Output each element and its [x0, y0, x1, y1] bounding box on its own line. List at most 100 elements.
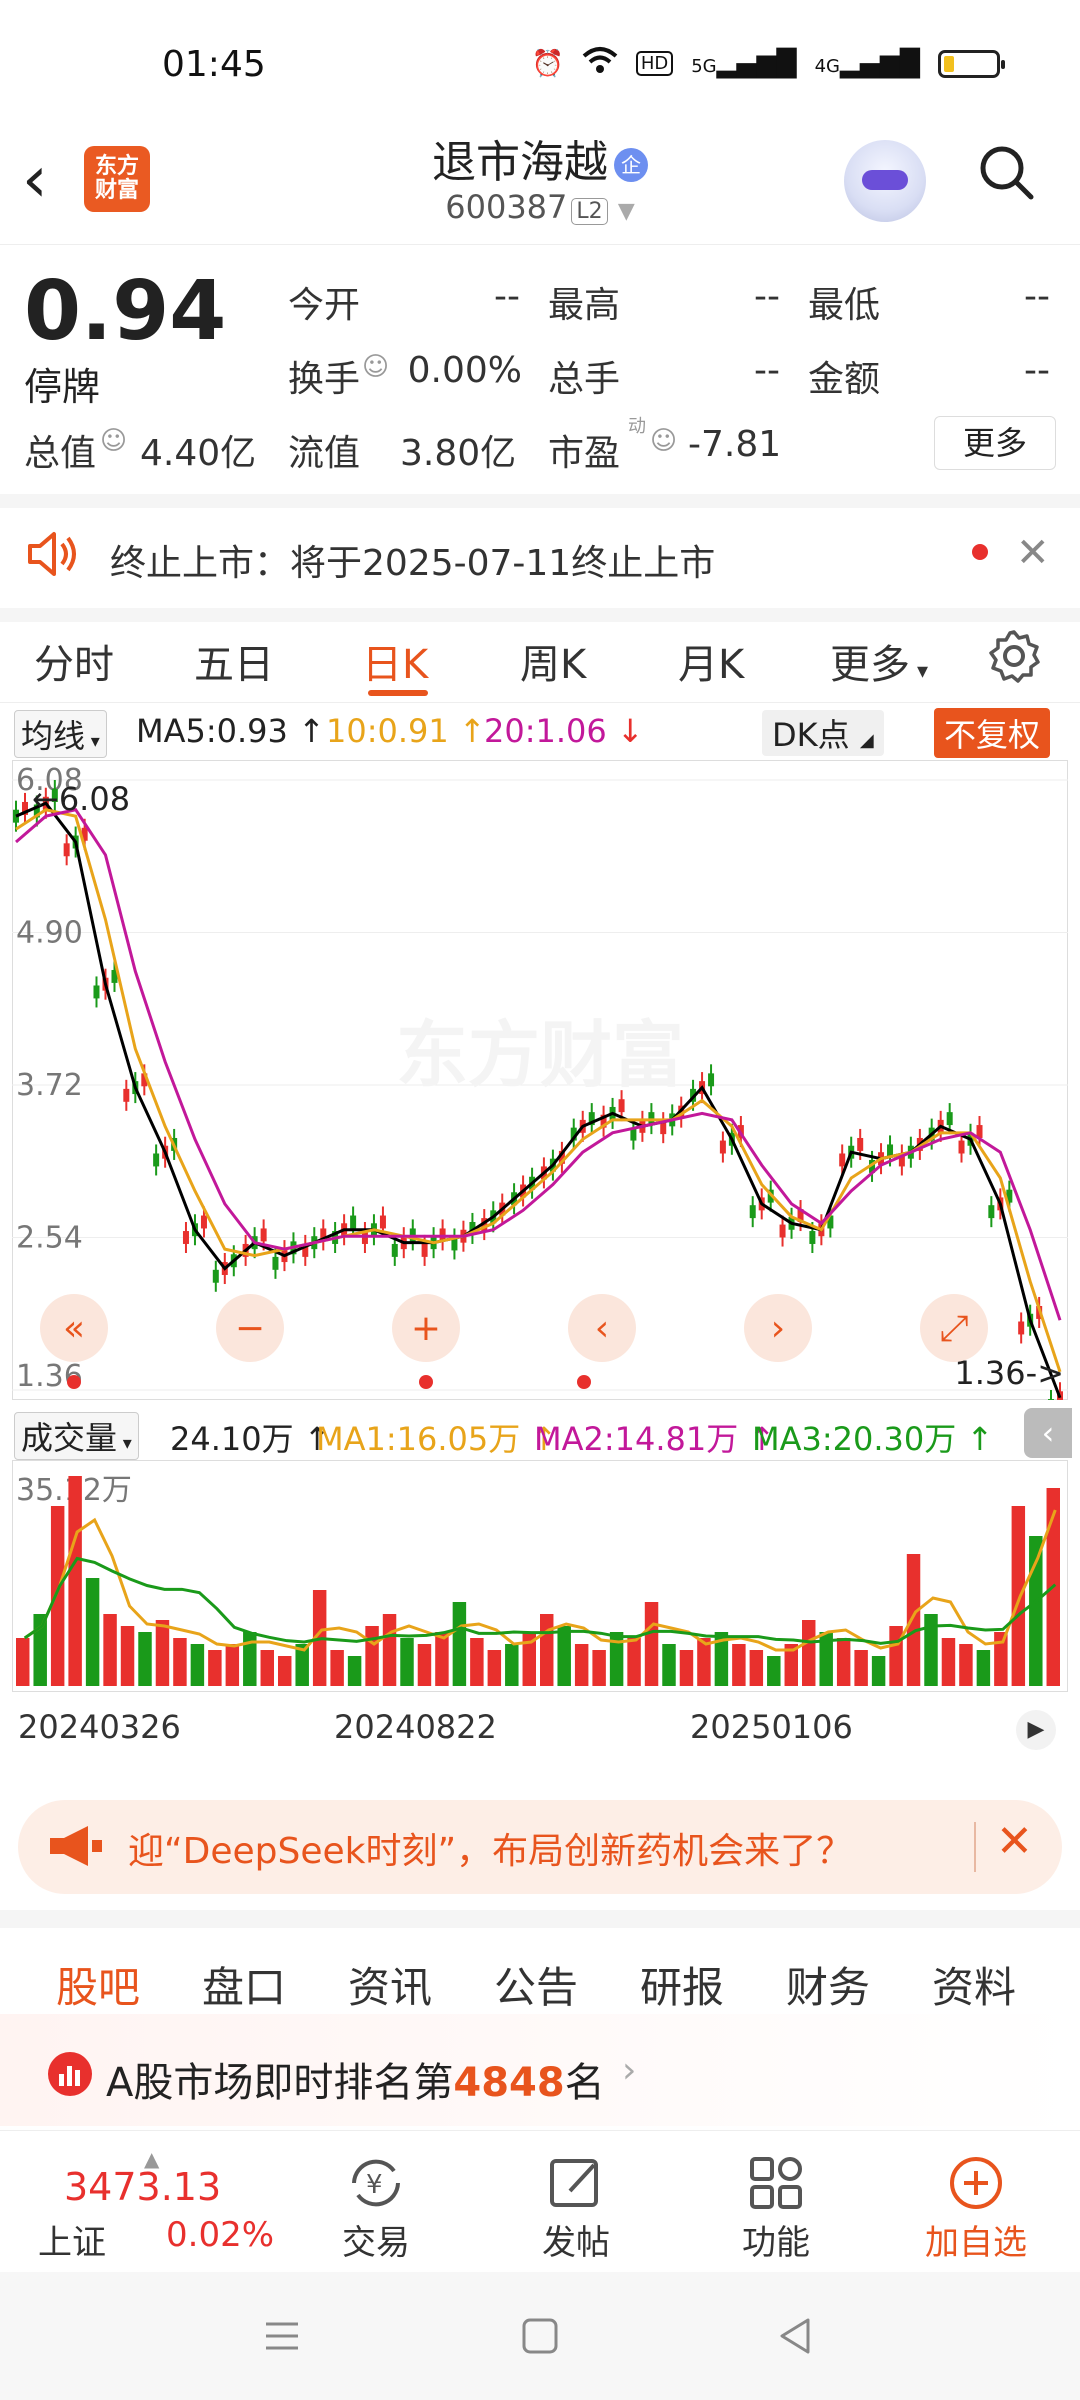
tab-news[interactable]: 资讯: [348, 1954, 432, 2015]
chart-control-button[interactable]: ‹: [568, 1294, 636, 1362]
status-bar: 01:45 ⏰ HD 5G▂▄▆█ 4G▂▄▆█: [0, 0, 1080, 120]
collapse-panel-icon[interactable]: ‹: [1024, 1408, 1072, 1458]
trade-button[interactable]: ¥ 交易: [316, 2151, 436, 2264]
volume-bar: [574, 1644, 589, 1686]
add-watchlist-button[interactable]: 加自选: [916, 2151, 1036, 2264]
field-value: 0.00%: [407, 350, 522, 391]
quote-panel: 0.94 停牌 今开 -- 最高 -- 最低 -- 换手 ☺ 0.00% 总手 …: [0, 260, 1080, 490]
index-name: 上证: [38, 2223, 106, 2263]
volume-bar: [330, 1650, 344, 1686]
control-label: −: [235, 1308, 265, 1349]
volume-selector[interactable]: 成交量 ▾: [14, 1412, 139, 1460]
tab-guba[interactable]: 股吧: [56, 1954, 140, 2015]
volume-bar: [854, 1650, 868, 1686]
volume-bar: [871, 1656, 886, 1686]
event-dot-icon: [419, 1375, 433, 1389]
volume-bar: [16, 1638, 30, 1686]
stock-header: ‹ 东方 财富 退市海越企 600387 L2 ▼: [0, 120, 1080, 245]
settings-gear-icon[interactable]: [986, 628, 1042, 688]
chart-control-button[interactable]: «: [40, 1294, 108, 1362]
chart-control-button[interactable]: ›: [744, 1294, 812, 1362]
dk-point-button[interactable]: DK点 ◢: [762, 710, 884, 756]
candle-body: [857, 1137, 864, 1151]
tab-weekly-k[interactable]: 周K: [520, 632, 586, 690]
market-rank-row[interactable]: A股市场即时排名第4848名 ›: [0, 2014, 1080, 2126]
volume-bar: [906, 1554, 921, 1686]
adjust-button[interactable]: 不复权: [934, 708, 1051, 758]
volume-chart[interactable]: 35.12万: [12, 1460, 1068, 1692]
search-icon[interactable]: [976, 142, 1036, 202]
trade-icon: ¥: [316, 2151, 436, 2215]
event-dot-icon: [577, 1375, 591, 1389]
date-label: 20240326: [18, 1708, 181, 1746]
tab-monthly-k[interactable]: 月K: [678, 632, 744, 690]
close-icon[interactable]: ✕: [996, 1816, 1033, 1867]
info-icon[interactable]: ☺: [362, 352, 389, 382]
candle-body: [779, 1224, 786, 1238]
volume-bar: [959, 1644, 973, 1686]
volume-bar: [225, 1644, 240, 1686]
chart-control-button[interactable]: +: [392, 1294, 460, 1362]
unread-dot-icon: [972, 544, 988, 560]
chart-control-button[interactable]: ⤢: [920, 1294, 988, 1362]
ma-legend: 均线 ▾ MA5:0.93 ↑ 10:0.91 ↑ 20:1.06 ↓ DK点 …: [0, 706, 1080, 758]
kline-chart[interactable]: 6.084.903.722.541.36东方财富←6.081.36->« − + ‹ ›…: [12, 760, 1068, 1400]
volume-bar: [505, 1644, 519, 1686]
close-icon[interactable]: ✕: [1016, 530, 1050, 576]
field-value: -7.81: [688, 424, 782, 465]
more-button[interactable]: 更多: [934, 416, 1056, 470]
chart-control-button[interactable]: −: [216, 1294, 284, 1362]
delisting-notice[interactable]: 终止上市：将于2025-07-11终止上市 ✕: [0, 494, 1080, 622]
candle-body: [749, 1205, 756, 1219]
tab-finance[interactable]: 财务: [786, 1954, 870, 2015]
ad-banner[interactable]: 迎“DeepSeek时刻”，布局创新药机会来了？ ✕: [18, 1800, 1062, 1894]
tab-pankou[interactable]: 盘口: [202, 1954, 286, 2015]
volume-bar: [557, 1626, 571, 1686]
info-icon[interactable]: ☺: [100, 426, 127, 456]
indicator-selector[interactable]: 均线 ▾: [14, 710, 107, 758]
volume-bar: [243, 1632, 257, 1686]
tab-research[interactable]: 研报: [640, 1954, 724, 2015]
menu-icon[interactable]: [262, 2316, 302, 2360]
trading-status: 停牌: [24, 365, 101, 409]
wifi-icon: [582, 46, 618, 81]
volume-bar: [382, 1614, 397, 1686]
ad-divider: [974, 1822, 976, 1872]
candle-body: [93, 985, 100, 999]
volume-bar: [994, 1632, 1008, 1686]
tab-more[interactable]: 更多 ▾: [830, 632, 928, 690]
volume-bar: [749, 1650, 764, 1686]
candle-body: [708, 1073, 715, 1087]
candle-body: [1018, 1321, 1025, 1335]
tab-five-day[interactable]: 五日: [194, 632, 274, 690]
volume-bar: [435, 1632, 449, 1686]
volume-legend: 成交量 ▾ 24.10万 ↑ MA1:16.05万 ↑ MA2:14.81万 ↑…: [0, 1408, 1080, 1460]
candle-body: [379, 1215, 386, 1229]
notice-text: 终止上市：将于2025-07-11终止上市: [110, 543, 716, 584]
volume-bar: [452, 1602, 467, 1686]
add-icon: [916, 2151, 1036, 2215]
tab-profile[interactable]: 资料: [932, 1954, 1016, 2015]
home-icon[interactable]: [520, 2316, 560, 2360]
y-tick-label: 4.90: [16, 916, 83, 951]
robot-assistant-icon[interactable]: [844, 140, 926, 222]
tab-intraday[interactable]: 分时: [34, 632, 114, 690]
info-icon[interactable]: ☺: [650, 426, 677, 456]
tab-announcements[interactable]: 公告: [494, 1954, 578, 2015]
tab-daily-k[interactable]: 日K: [362, 632, 428, 690]
volume-bar: [120, 1626, 135, 1686]
functions-button[interactable]: 功能: [716, 2151, 836, 2264]
volume-current: 24.10万 ↑: [170, 1420, 331, 1458]
field-value: --: [1024, 350, 1050, 391]
back-nav-icon[interactable]: [776, 2316, 816, 2360]
index-widget[interactable]: ▲ 3473.13 上证 0.02%: [24, 2147, 284, 2263]
clock: 01:45: [162, 44, 266, 85]
dynamic-sup: 动: [628, 416, 646, 437]
field-label: 市盈: [548, 433, 621, 474]
post-button[interactable]: 发帖: [516, 2151, 636, 2264]
field-value: --: [494, 276, 520, 317]
candle-body: [391, 1243, 398, 1257]
ma20-value: 20:1.06 ↓: [484, 712, 644, 750]
enterprise-badge: 企: [614, 148, 648, 182]
play-forward-icon[interactable]: ▶: [1016, 1710, 1056, 1750]
